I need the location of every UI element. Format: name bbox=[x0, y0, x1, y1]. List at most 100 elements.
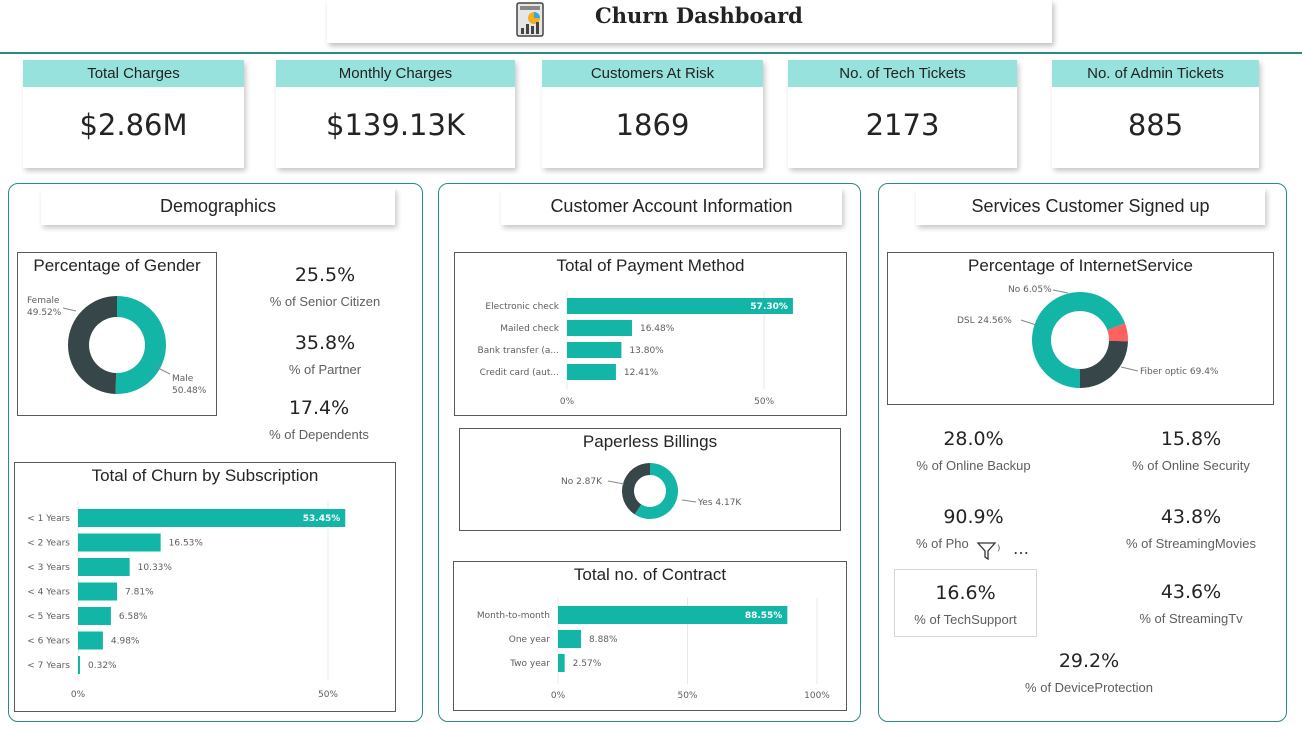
stat-dependents[interactable]: 17.4% % of Dependents bbox=[241, 397, 397, 442]
bar bbox=[78, 582, 118, 601]
stat-value: 43.8% bbox=[1160, 506, 1222, 528]
stat-senior-citizen[interactable]: 25.5% % of Senior Citizen bbox=[247, 264, 403, 309]
chart-contract[interactable]: Total no. of Contract 0% 50% 100% Month-to-… bbox=[453, 561, 847, 711]
kpi-card-tech-tickets[interactable]: No. of Tech Tickets 2173 bbox=[788, 60, 1017, 168]
stat-value: 25.5% bbox=[294, 264, 356, 286]
stat-value: 90.9% bbox=[943, 506, 1004, 528]
chart-internet-service[interactable]: Percentage of InternetService No 6.05% D… bbox=[887, 252, 1274, 405]
bar bbox=[558, 654, 565, 672]
payment-bar-chart: 0% 50% Electronic check 57.30% Mailed check 1… bbox=[478, 291, 793, 407]
slice-male bbox=[115, 296, 166, 394]
section-services: Services Customer Signed up Percentage o… bbox=[878, 183, 1287, 722]
stat-value: 28.0% bbox=[943, 428, 1004, 450]
kpi-label: Monthly Charges bbox=[276, 60, 515, 87]
category-label: Mailed check bbox=[500, 324, 560, 334]
bar bbox=[78, 631, 103, 650]
bar bbox=[78, 656, 80, 674]
data-label: 10.33% bbox=[138, 563, 173, 573]
stat-label: % of Online Security bbox=[1132, 458, 1250, 473]
data-label-fiber: Fiber optic 69.4% bbox=[1140, 367, 1219, 377]
stat-label: % of TechSupport bbox=[914, 612, 1017, 627]
x-tick-label: 0% bbox=[560, 397, 575, 407]
contract-bar-chart: 0% 50% 100% Month-to-month 88.55% One year 8.8… bbox=[477, 598, 830, 701]
kpi-label: Total Charges bbox=[23, 60, 244, 87]
data-label: 57.30% bbox=[750, 302, 788, 312]
chart-paperless[interactable]: Paperless Billings No 2.87K Yes 4.17K bbox=[459, 428, 841, 531]
data-label: 4.98% bbox=[111, 637, 140, 647]
page-title: Churn Dashboard bbox=[595, 3, 803, 28]
chart-churn-subscription[interactable]: Total of Churn by Subscription 0% 50% < 1 … bbox=[14, 462, 396, 712]
chart-gender[interactable]: Percentage of Gender Female 49.52% Male … bbox=[17, 252, 217, 416]
category-label: Month-to-month bbox=[477, 611, 550, 621]
stat-value: 15.8% bbox=[1160, 428, 1222, 450]
bar bbox=[567, 320, 632, 336]
category-label: < 6 Years bbox=[27, 637, 70, 647]
stat-streaming-movies[interactable]: 43.8% % of StreamingMovies bbox=[1111, 506, 1271, 551]
bar bbox=[78, 533, 161, 552]
stat-partner[interactable]: 35.8% % of Partner bbox=[247, 332, 403, 377]
stat-label: % of StreamingTv bbox=[1139, 611, 1243, 626]
header-divider bbox=[0, 52, 1302, 54]
kpi-card-customers-at-risk[interactable]: Customers At Risk 1869 bbox=[542, 60, 763, 168]
title-bar: Churn Dashboard bbox=[327, 0, 1052, 43]
bar bbox=[78, 607, 111, 625]
data-label: 13.80% bbox=[629, 346, 664, 356]
bar bbox=[78, 558, 130, 576]
category-label: < 1 Years bbox=[27, 514, 70, 524]
legend-label-male: Male bbox=[172, 374, 194, 384]
internet-donut: No 6.05% DSL 24.56% Fiber optic 69.4% bbox=[957, 285, 1219, 388]
kpi-label: No. of Tech Tickets bbox=[788, 60, 1017, 87]
data-label: 7.81% bbox=[125, 588, 154, 598]
category-label: Two year bbox=[509, 659, 550, 669]
kpi-card-admin-tickets[interactable]: No. of Admin Tickets 885 bbox=[1052, 60, 1259, 168]
stat-tech-support[interactable]: 16.6% % of TechSupport bbox=[894, 569, 1037, 637]
chart-payment-method[interactable]: Total of Payment Method 0% 50% Electronic … bbox=[454, 252, 847, 416]
dashboard-report-icon bbox=[516, 2, 544, 37]
data-label-dsl: DSL 24.56% bbox=[957, 316, 1012, 326]
stat-device-protection[interactable]: 29.2% % of DeviceProtection bbox=[1004, 650, 1174, 695]
legend-label-female: Female bbox=[27, 296, 60, 306]
kpi-card-total-charges[interactable]: Total Charges $2.86M bbox=[23, 60, 244, 168]
more-options-icon[interactable]: … bbox=[1013, 539, 1029, 558]
bar bbox=[567, 364, 616, 380]
x-tick-label: 0% bbox=[551, 691, 566, 701]
section-demographics: Demographics Percentage of Gender Female… bbox=[8, 183, 423, 722]
kpi-card-monthly-charges[interactable]: Monthly Charges $139.13K bbox=[276, 60, 515, 168]
stat-value: 17.4% bbox=[288, 397, 350, 419]
kpi-value: 1869 bbox=[615, 108, 690, 142]
visual-header-toolbar: ⁾ … bbox=[976, 539, 1039, 561]
section-title: Services Customer Signed up bbox=[916, 188, 1265, 225]
stat-label: % of Partner bbox=[288, 362, 362, 377]
stat-online-backup[interactable]: 28.0% % of Online Backup bbox=[896, 428, 1051, 473]
data-label: 53.45% bbox=[303, 514, 341, 524]
category-label: < 5 Years bbox=[27, 612, 70, 622]
stat-value: 43.6% bbox=[1160, 581, 1222, 603]
x-tick-label: 50% bbox=[318, 690, 338, 700]
stat-label: % of StreamingMovies bbox=[1125, 536, 1257, 551]
filter-icon[interactable]: ⁾ bbox=[976, 541, 1039, 561]
data-label-female: 49.52% bbox=[27, 308, 62, 318]
data-label: 6.58% bbox=[119, 612, 148, 622]
section-title: Customer Account Information bbox=[501, 188, 842, 225]
category-label: < 2 Years bbox=[27, 539, 70, 549]
kpi-value: 2173 bbox=[865, 108, 940, 142]
category-label: One year bbox=[509, 635, 551, 645]
data-label-no: No 6.05% bbox=[1008, 285, 1052, 295]
stat-label: % of Dependents bbox=[269, 427, 369, 442]
kpi-value: 885 bbox=[1127, 108, 1184, 142]
stat-label: % of DeviceProtection bbox=[1025, 680, 1153, 695]
churn-bar-chart: 0% 50% < 1 Years 53.45% < 2 Years 16.53% < 3 Y… bbox=[27, 501, 346, 700]
data-label: 16.48% bbox=[640, 324, 675, 334]
category-label: Credit card (aut... bbox=[480, 368, 559, 378]
stat-streaming-tv[interactable]: 43.6% % of StreamingTv bbox=[1111, 581, 1271, 626]
stat-online-security[interactable]: 15.8% % of Online Security bbox=[1111, 428, 1271, 473]
category-label: < 3 Years bbox=[27, 563, 70, 573]
data-label: 88.55% bbox=[745, 611, 783, 621]
gender-donut: Female 49.52% Male 50.48% bbox=[27, 296, 207, 396]
paperless-donut: No 2.87K Yes 4.17K bbox=[561, 463, 742, 519]
x-tick-label: 0% bbox=[71, 690, 86, 700]
bar bbox=[558, 630, 581, 648]
data-label-male: 50.48% bbox=[172, 386, 207, 396]
data-label: 12.41% bbox=[624, 368, 659, 378]
kpi-label: No. of Admin Tickets bbox=[1052, 60, 1259, 87]
